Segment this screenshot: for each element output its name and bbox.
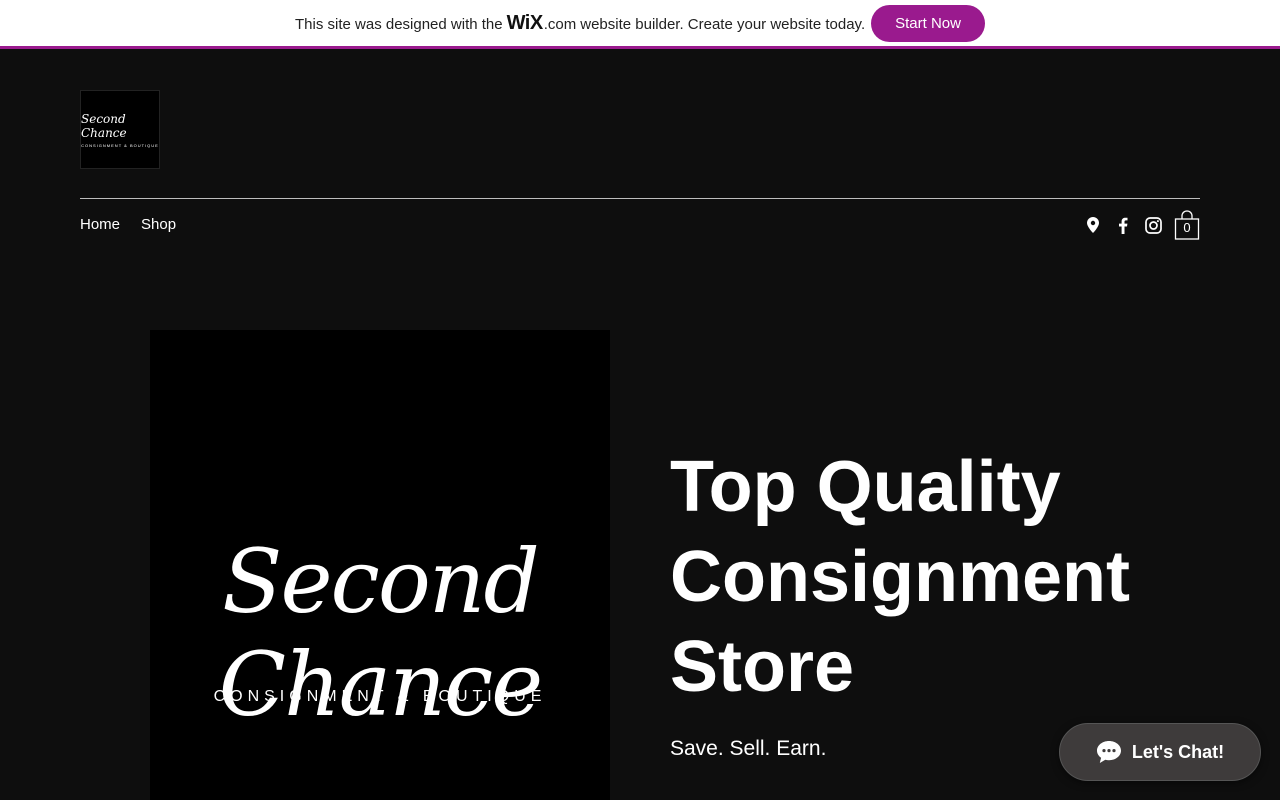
hero-subline: Save. Sell. Earn. [670, 737, 827, 760]
logo-script-text: Second Chance [81, 111, 127, 140]
banner-dotcom: .com [543, 15, 577, 33]
nav-item-shop[interactable]: Shop [141, 216, 176, 233]
chat-bubble-icon [1096, 741, 1121, 763]
banner-text-before: This site was designed with the [295, 15, 503, 33]
start-now-button[interactable]: Start Now [871, 4, 985, 42]
cart-count: 0 [1183, 220, 1191, 235]
main-nav: Home Shop [80, 216, 176, 233]
hero-headline: Top Quality Consignment Store [670, 447, 1130, 707]
site-logo[interactable]: Second Chance CONSIGNMENT & BOUTIQUE [80, 90, 160, 169]
nav-item-home[interactable]: Home [80, 216, 120, 233]
hero-logo-image: Second Chance CONSIGNMENT & BOUTIQUE [150, 330, 610, 800]
header-divider [80, 198, 1200, 199]
social-bar: 0 [1084, 210, 1200, 240]
banner-text-tail: website builder. Create your website tod… [580, 15, 866, 33]
hero-tagline: CONSIGNMENT & BOUTIQUE [213, 688, 547, 705]
logo-subtext: CONSIGNMENT & BOUTIQUE [81, 142, 159, 148]
instagram-icon[interactable] [1144, 216, 1162, 234]
facebook-icon[interactable] [1114, 216, 1132, 234]
wix-promo-banner: This site was designed with the WiX .com… [0, 0, 1280, 49]
chat-label: Let's Chat! [1131, 741, 1225, 762]
chat-button[interactable]: Let's Chat! [1059, 723, 1261, 781]
cart-button[interactable]: 0 [1174, 210, 1200, 240]
wix-logo[interactable]: WiX [507, 12, 544, 35]
wix-banner-message: This site was designed with the WiX .com… [295, 12, 865, 35]
location-pin-icon[interactable] [1084, 216, 1102, 234]
